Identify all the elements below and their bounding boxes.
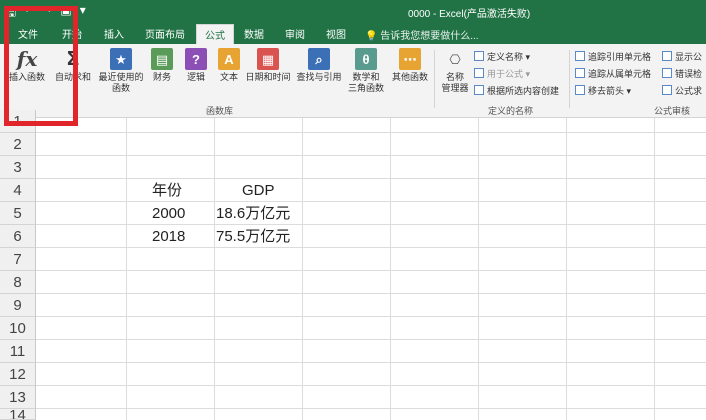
row-header-6[interactable]: 6 bbox=[0, 225, 36, 248]
group-label-function-library: 函数库 bbox=[206, 106, 234, 116]
evaluate-formula-icon bbox=[662, 85, 672, 95]
group-label-defined-names: 定义的名称 bbox=[488, 106, 534, 116]
worksheet-grid[interactable]: 1 2 3 4 5 6 7 8 9 10 11 12 13 14 年份 GDP … bbox=[0, 110, 706, 420]
group-label-formula-auditing: 公式审核 bbox=[654, 106, 691, 116]
row-line bbox=[36, 178, 706, 179]
column-line bbox=[478, 118, 479, 420]
error-checking-icon bbox=[662, 68, 672, 78]
create-from-selection-button[interactable]: 根据所选内容创建 bbox=[474, 84, 559, 97]
row-line bbox=[36, 293, 706, 294]
column-line bbox=[654, 118, 655, 420]
row-line bbox=[36, 339, 706, 340]
row-header-3[interactable]: 3 bbox=[0, 156, 36, 179]
use-in-formula-button[interactable]: 用于公式 ▾ bbox=[474, 67, 530, 80]
column-line bbox=[214, 118, 215, 420]
use-in-formula-icon bbox=[474, 68, 484, 78]
recently-used-button[interactable]: ★ 最近使用的 函数 bbox=[97, 48, 145, 94]
row-header-4[interactable]: 4 bbox=[0, 179, 36, 202]
row-line bbox=[36, 270, 706, 271]
question-icon: ? bbox=[185, 48, 207, 70]
cell-b5[interactable]: 2000 bbox=[152, 202, 185, 225]
row-header-5[interactable]: 5 bbox=[0, 202, 36, 225]
calendar-icon: ▦ bbox=[257, 48, 279, 70]
title-bar: 🖫 ↶ ↷ ▣ ▾ 0000 - Excel(产品激活失败) bbox=[0, 0, 706, 22]
tell-me-text: 告诉我您想要做什么... bbox=[380, 31, 479, 42]
row-line bbox=[36, 247, 706, 248]
row-line bbox=[36, 362, 706, 363]
row-header-11[interactable]: 11 bbox=[0, 340, 36, 363]
row-line bbox=[36, 132, 706, 133]
cell-b4[interactable]: 年份 bbox=[152, 179, 182, 202]
ribbon-formulas: fx 插入函数 Σ 自动求和 ★ 最近使用的 函数 ▤ 财务 ? 逻辑 A 文本… bbox=[0, 44, 706, 118]
show-formulas-button[interactable]: 显示公 bbox=[662, 50, 702, 63]
row-header-9[interactable]: 9 bbox=[0, 294, 36, 317]
datetime-button[interactable]: ▦ 日期和时间 bbox=[244, 48, 292, 83]
remove-arrows-button[interactable]: 移去箭头 ▾ bbox=[575, 84, 631, 97]
tab-insert[interactable]: 插入 bbox=[104, 26, 124, 41]
evaluate-formula-button[interactable]: 公式求 bbox=[662, 84, 702, 97]
trace-dependents-button[interactable]: 追踪从属单元格 bbox=[575, 67, 651, 80]
trace-precedents-icon bbox=[575, 51, 585, 61]
row-line bbox=[36, 224, 706, 225]
tell-me-search[interactable]: 💡 告诉我您想要做什么... bbox=[365, 27, 479, 42]
column-line bbox=[390, 118, 391, 420]
column-line bbox=[302, 118, 303, 420]
group-separator bbox=[569, 50, 570, 108]
more-dots-icon: ⋯ bbox=[399, 48, 421, 70]
highlight-box bbox=[4, 6, 78, 126]
tab-view[interactable]: 视图 bbox=[326, 26, 346, 41]
define-name-icon bbox=[474, 51, 484, 61]
more-functions-button[interactable]: ⋯ 其他函数 bbox=[390, 48, 430, 83]
window-title: 0000 - Excel(产品激活失败) bbox=[408, 9, 531, 20]
trace-dependents-icon bbox=[575, 68, 585, 78]
financial-button[interactable]: ▤ 财务 bbox=[149, 48, 175, 83]
theta-icon: θ bbox=[355, 48, 377, 70]
row-header-8[interactable]: 8 bbox=[0, 271, 36, 294]
cell-c6[interactable]: 75.5万亿元 bbox=[216, 225, 290, 248]
cell-c5[interactable]: 18.6万亿元 bbox=[216, 202, 290, 225]
error-checking-button[interactable]: 错误检 bbox=[662, 67, 702, 80]
name-tag-icon: ⎔ bbox=[449, 51, 461, 67]
show-formulas-icon bbox=[662, 51, 672, 61]
row-header-13[interactable]: 13 bbox=[0, 386, 36, 409]
create-from-selection-icon bbox=[474, 85, 484, 95]
financial-icon: ▤ bbox=[151, 48, 173, 70]
customize-quick-access-icon[interactable]: ▾ bbox=[80, 3, 86, 24]
logical-button[interactable]: ? 逻辑 bbox=[183, 48, 209, 83]
row-line bbox=[36, 155, 706, 156]
row-header-14[interactable]: 14 bbox=[0, 409, 36, 420]
row-line bbox=[36, 201, 706, 202]
row-line bbox=[36, 408, 706, 409]
text-button[interactable]: A 文本 bbox=[216, 48, 242, 83]
define-name-button[interactable]: 定义名称 ▾ bbox=[474, 50, 530, 63]
row-header-12[interactable]: 12 bbox=[0, 363, 36, 386]
tab-data[interactable]: 数据 bbox=[244, 26, 264, 41]
lightbulb-icon: 💡 bbox=[365, 31, 378, 42]
tab-review[interactable]: 审阅 bbox=[285, 26, 305, 41]
name-manager-button[interactable]: ⎔ 名称 管理器 bbox=[438, 48, 472, 94]
star-icon: ★ bbox=[110, 48, 132, 70]
text-a-icon: A bbox=[218, 48, 240, 70]
lookup-button[interactable]: ⌕ 查找与引用 bbox=[295, 48, 343, 83]
row-header-2[interactable]: 2 bbox=[0, 133, 36, 156]
cell-b6[interactable]: 2018 bbox=[152, 225, 185, 248]
row-header-10[interactable]: 10 bbox=[0, 317, 36, 340]
row-line bbox=[36, 385, 706, 386]
row-line bbox=[36, 316, 706, 317]
column-line bbox=[566, 118, 567, 420]
column-line bbox=[126, 118, 127, 420]
remove-arrows-icon bbox=[575, 85, 585, 95]
tab-formulas[interactable]: 公式 bbox=[196, 24, 234, 44]
tab-page-layout[interactable]: 页面布局 bbox=[145, 26, 185, 41]
cell-c4[interactable]: GDP bbox=[242, 179, 275, 202]
math-trig-button[interactable]: θ 数学和 三角函数 bbox=[346, 48, 386, 94]
trace-precedents-button[interactable]: 追踪引用单元格 bbox=[575, 50, 651, 63]
group-separator bbox=[434, 50, 435, 108]
ribbon-tabs: 文件 开始 插入 页面布局 公式 数据 审阅 视图 💡 告诉我您想要做什么... bbox=[0, 22, 706, 44]
row-header-7[interactable]: 7 bbox=[0, 248, 36, 271]
lookup-icon: ⌕ bbox=[308, 48, 330, 70]
